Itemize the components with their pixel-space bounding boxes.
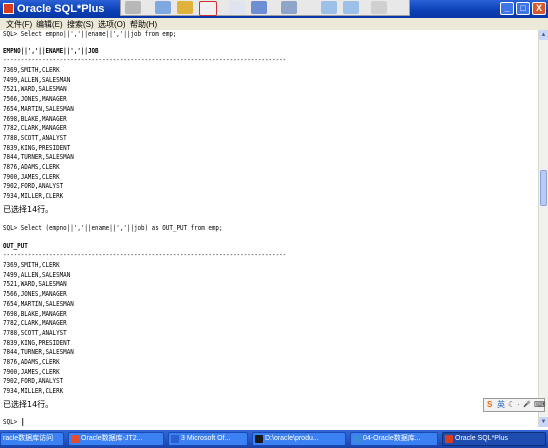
result-row: 7876,ADAMS,CLERK bbox=[3, 163, 60, 171]
result-row: 7839,KING,PRESIDENT bbox=[3, 338, 71, 347]
taskbar-item-explorer[interactable]: D:\oracle\produ... bbox=[252, 432, 346, 446]
result-row: 7782,CLARK,MANAGER bbox=[3, 319, 67, 328]
result-row: 7654,MARTIN,SALESMAN bbox=[3, 299, 74, 308]
result-row: 7934,MILLER,CLERK bbox=[3, 192, 64, 201]
text-cursor bbox=[22, 418, 24, 426]
browser-icon bbox=[71, 435, 79, 443]
toolbar-monitor2-icon[interactable] bbox=[343, 1, 359, 14]
result-row: 7902,FORD,ANALYST bbox=[3, 182, 64, 191]
sogou-logo-icon[interactable]: S bbox=[487, 399, 492, 411]
toolbar-document-icon[interactable] bbox=[229, 1, 245, 14]
document-icon bbox=[353, 435, 361, 443]
taskbar-item-sqlplus[interactable]: Oracle SQL*Plus bbox=[442, 432, 546, 446]
cmd-icon bbox=[255, 435, 263, 443]
toolbar-folder-icon[interactable] bbox=[177, 1, 193, 14]
toolbar-grid-icon[interactable] bbox=[371, 1, 387, 14]
menu-options[interactable]: 选项(O) bbox=[98, 19, 126, 30]
scroll-up-arrow-icon[interactable]: ▲ bbox=[539, 30, 548, 40]
result-row: 7844,TURNER,SALESMAN bbox=[3, 153, 74, 162]
vertical-scrollbar[interactable]: ▲ ▼ bbox=[538, 30, 548, 427]
maximize-button[interactable]: □ bbox=[516, 2, 530, 15]
menu-bar: 文件(F) 编辑(E) 搜索(S) 选项(O) 帮助(H) bbox=[0, 18, 548, 30]
ime-toolbar[interactable]: S 英 ☾ · 🎤 ⌨ bbox=[483, 398, 546, 412]
result-row: 7521,WARD,SALESMAN bbox=[3, 85, 67, 94]
result-row: 7499,ALLEN,SALESMAN bbox=[3, 75, 71, 84]
header-divider-1: ----------------------------------------… bbox=[3, 56, 287, 64]
result-row: 7788,SCOTT,ANALYST bbox=[3, 133, 67, 142]
sqlplus-console[interactable]: SQL> Select empno||','||ename||','||job … bbox=[0, 30, 538, 427]
result-row: 7654,MARTIN,SALESMAN bbox=[3, 104, 74, 113]
result-row: 7900,JAMES,CLERK bbox=[3, 172, 60, 181]
sqlplus-icon bbox=[445, 435, 453, 443]
ime-punctuation-icon[interactable]: · bbox=[517, 399, 520, 411]
scrollbar-thumb[interactable] bbox=[540, 170, 547, 206]
result-row: 7900,JAMES,CLERK bbox=[3, 367, 60, 376]
taskbar-label: Oracle数据库-JT2... bbox=[81, 435, 143, 442]
menu-help[interactable]: 帮助(H) bbox=[130, 19, 157, 30]
toolbar-image-icon[interactable] bbox=[155, 1, 171, 14]
sqlplus-app-icon bbox=[3, 3, 14, 14]
sql-prompt[interactable]: SQL> bbox=[3, 418, 24, 427]
office-icon bbox=[171, 435, 179, 443]
result-row: 7566,JONES,MANAGER bbox=[3, 95, 67, 104]
rows-selected-2: 已选择14行。 bbox=[3, 400, 54, 409]
taskbar-label: 04-Oracle数据库... bbox=[363, 435, 421, 442]
sql-query-1: SQL> Select empno||','||ename||','||job … bbox=[3, 30, 177, 38]
taskbar-item-browser[interactable]: Oracle数据库-JT2... bbox=[68, 432, 164, 446]
menu-search[interactable]: 搜索(S) bbox=[67, 19, 94, 30]
windows-taskbar: racle数据库访问 Oracle数据库-JT2... 3 Microsoft … bbox=[0, 430, 548, 448]
result-row: 7698,BLAKE,MANAGER bbox=[3, 114, 67, 123]
menu-file[interactable]: 文件(F) bbox=[6, 19, 32, 30]
toolbar-record-icon[interactable] bbox=[199, 1, 217, 16]
toolbar-window-icon[interactable] bbox=[251, 1, 267, 14]
ime-moon-icon[interactable]: ☾ bbox=[508, 399, 515, 411]
sql-query-2: SQL> Select (empno||','||ename||','||job… bbox=[3, 224, 223, 232]
toolbar-text-icon[interactable] bbox=[281, 1, 297, 14]
result-row: 7782,CLARK,MANAGER bbox=[3, 124, 67, 133]
taskbar-label: D:\oracle\produ... bbox=[265, 435, 319, 442]
taskbar-label: 3 Microsoft Of... bbox=[181, 435, 231, 442]
rows-selected-1: 已选择14行。 bbox=[3, 205, 54, 214]
window-title: Oracle SQL*Plus bbox=[17, 3, 105, 15]
result-row: 7521,WARD,SALESMAN bbox=[3, 280, 67, 289]
result-row: 7934,MILLER,CLERK bbox=[3, 387, 64, 396]
ime-keyboard-icon[interactable]: ⌨ bbox=[534, 399, 546, 411]
column-header-1: EMPNO||','||ENAME||','||JOB bbox=[3, 47, 99, 55]
taskbar-item-oracle-access[interactable]: racle数据库访问 bbox=[0, 432, 64, 446]
ime-language-toggle[interactable]: 英 bbox=[497, 399, 505, 411]
overlay-toolbar bbox=[120, 0, 410, 16]
result-row: 7844,TURNER,SALESMAN bbox=[3, 348, 74, 357]
taskbar-item-microsoft-office[interactable]: 3 Microsoft Of... bbox=[168, 432, 248, 446]
header-divider-2: ----------------------------------------… bbox=[3, 251, 287, 259]
prompt-text: SQL> bbox=[3, 418, 21, 426]
taskbar-label: Oracle SQL*Plus bbox=[455, 435, 508, 442]
result-row: 7698,BLAKE,MANAGER bbox=[3, 309, 67, 318]
result-row: 7788,SCOTT,ANALYST bbox=[3, 328, 67, 337]
result-row: 7839,KING,PRESIDENT bbox=[3, 143, 71, 152]
result-row: 7566,JONES,MANAGER bbox=[3, 290, 67, 299]
result-row: 7876,ADAMS,CLERK bbox=[3, 358, 60, 366]
result-row: 7369,SMITH,CLERK bbox=[3, 66, 60, 74]
close-button[interactable]: X bbox=[532, 2, 546, 15]
result-row: 7902,FORD,ANALYST bbox=[3, 377, 64, 386]
scroll-down-arrow-icon[interactable]: ▼ bbox=[539, 417, 548, 427]
toolbar-arrow-icon[interactable] bbox=[125, 1, 141, 14]
ime-mic-icon[interactable]: 🎤 bbox=[523, 399, 530, 411]
taskbar-label: racle数据库访问 bbox=[3, 435, 54, 442]
column-header-2: OUT_PUT bbox=[3, 242, 28, 250]
result-row: 7499,ALLEN,SALESMAN bbox=[3, 270, 71, 279]
result-row: 7369,SMITH,CLERK bbox=[3, 261, 60, 269]
taskbar-item-oracle-doc[interactable]: 04-Oracle数据库... bbox=[350, 432, 438, 446]
toolbar-monitor-icon[interactable] bbox=[321, 1, 337, 14]
menu-edit[interactable]: 编辑(E) bbox=[36, 19, 63, 30]
minimize-button[interactable]: _ bbox=[500, 2, 514, 15]
